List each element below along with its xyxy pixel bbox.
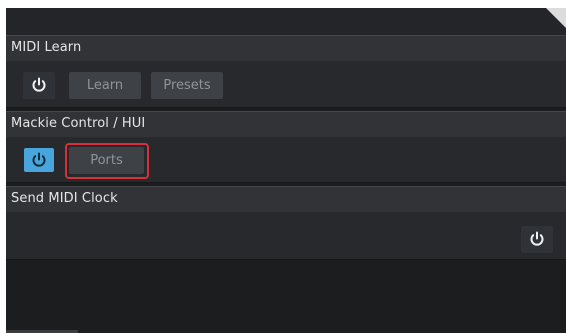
empty-area [6, 260, 566, 333]
mackie-control-power-button[interactable] [24, 148, 54, 172]
section-title: Mackie Control / HUI [11, 116, 146, 131]
corner-fold-icon[interactable] [546, 8, 566, 28]
power-icon [530, 231, 544, 246]
section-header-mackie-control: Mackie Control / HUI [6, 111, 566, 137]
learn-button[interactable]: Learn [69, 72, 141, 99]
section-header-midi-learn: MIDI Learn [6, 35, 566, 61]
ports-button[interactable]: Ports [69, 147, 144, 174]
section-body-send-midi-clock [6, 212, 566, 260]
power-icon [32, 152, 46, 167]
power-icon [32, 77, 46, 92]
section-title: MIDI Learn [11, 40, 82, 55]
top-strip [6, 8, 566, 35]
section-body-midi-learn: Learn Presets [6, 61, 566, 108]
settings-panel: MIDI Learn Learn Presets Mackie Control … [6, 8, 566, 333]
section-header-send-midi-clock: Send MIDI Clock [6, 186, 566, 212]
section-body-mackie-control: Ports [6, 137, 566, 183]
presets-button[interactable]: Presets [151, 72, 223, 99]
send-midi-clock-power-button[interactable] [521, 226, 553, 253]
section-title: Send MIDI Clock [11, 191, 118, 206]
midi-learn-power-button[interactable] [23, 72, 55, 99]
